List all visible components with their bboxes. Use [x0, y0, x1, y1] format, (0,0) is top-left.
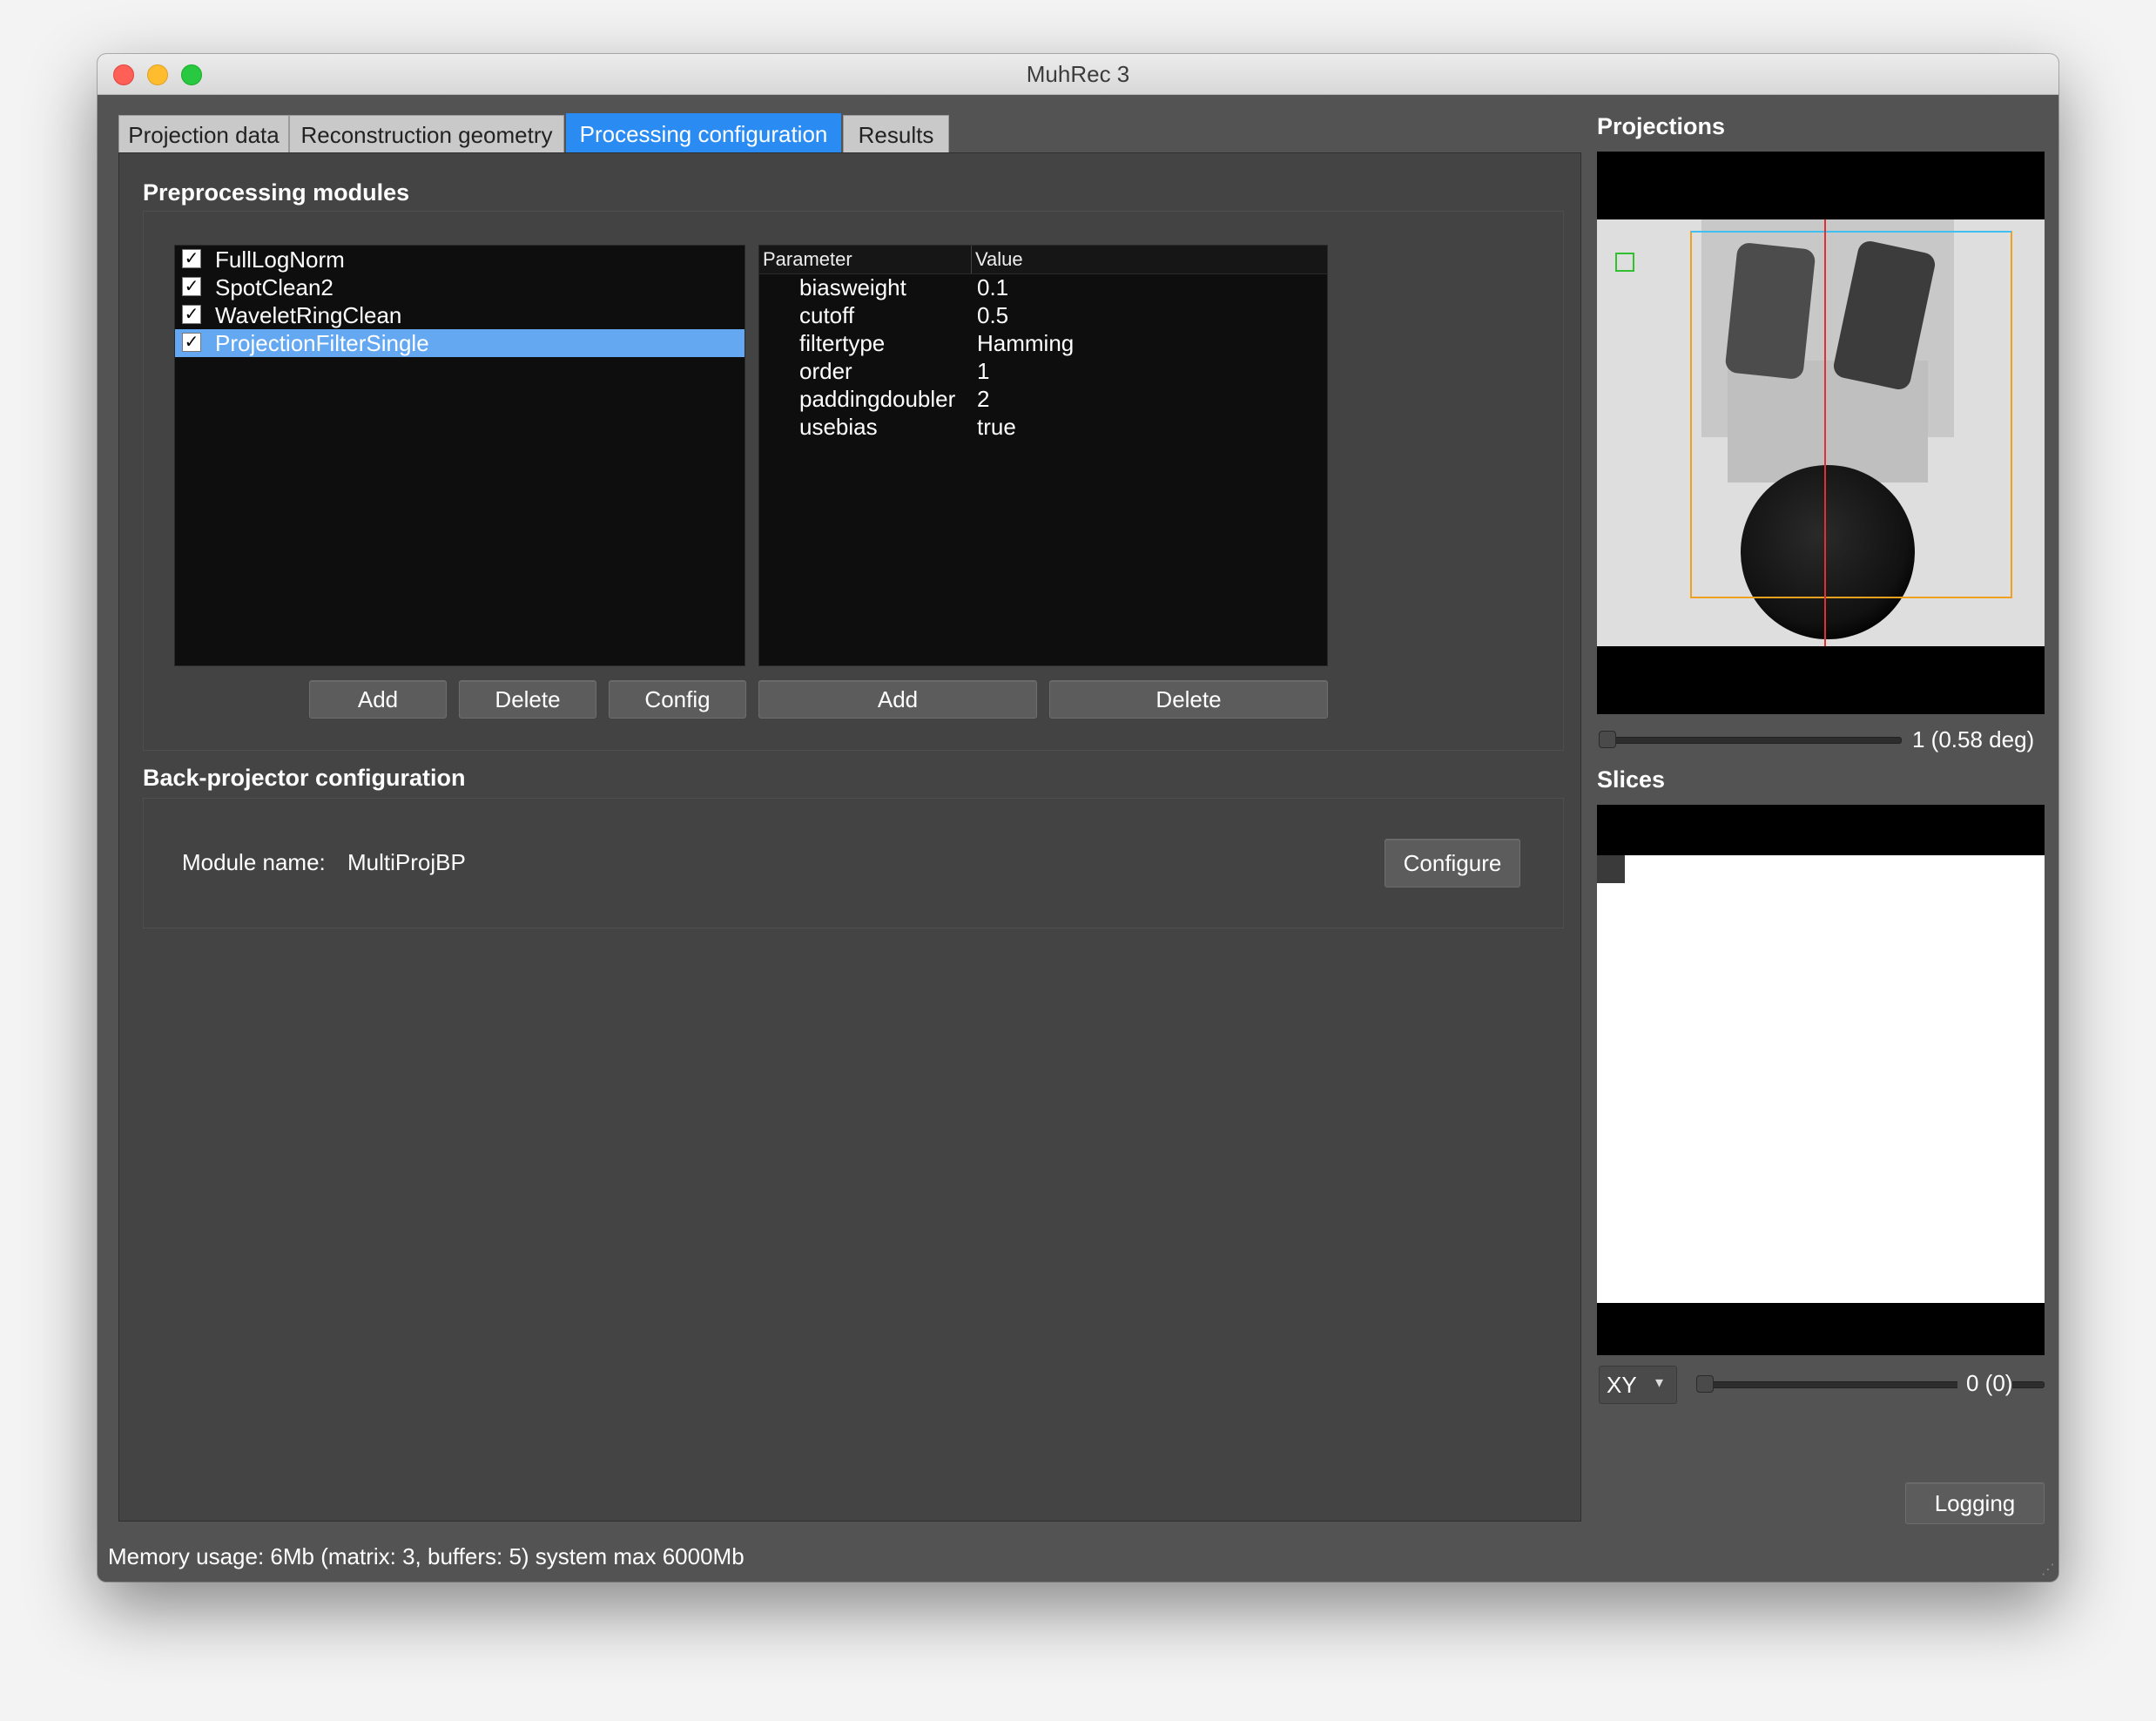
module-name-value: MultiProjBP — [347, 849, 466, 875]
slice-slider-handle[interactable] — [1696, 1375, 1714, 1393]
parameter-table[interactable]: Parameter Value biasweight 0.1 cutoff 0.… — [758, 245, 1328, 666]
module-checkbox[interactable]: ✓ — [182, 305, 201, 324]
projection-viewer[interactable] — [1597, 152, 2045, 714]
tab-processing-configuration[interactable]: Processing configuration — [566, 113, 841, 153]
configure-button[interactable]: Configure — [1385, 839, 1520, 887]
projection-slider-track[interactable] — [1599, 737, 1902, 744]
param-value[interactable]: 0.5 — [977, 301, 1008, 329]
param-name: filtertype — [799, 330, 886, 356]
param-value[interactable]: 1 — [977, 357, 989, 385]
status-bar-text: Memory usage: 6Mb (matrix: 3, buffers: 5… — [108, 1543, 744, 1569]
module-checkbox[interactable]: ✓ — [182, 333, 201, 352]
module-name-label: Module name: — [182, 849, 326, 875]
projections-title: Projections — [1597, 113, 1726, 139]
param-name: usebias — [799, 414, 878, 440]
param-value[interactable]: 2 — [977, 385, 989, 413]
slice-viewer[interactable] — [1597, 805, 2045, 1355]
list-item[interactable]: ✓ SpotClean2 — [175, 273, 744, 301]
table-row[interactable]: paddingdoubler 2 — [759, 385, 1327, 413]
table-row[interactable]: filtertype Hamming — [759, 329, 1327, 357]
slice-slider-value: 0 (0) — [1957, 1370, 2013, 1397]
param-value[interactable]: Hamming — [977, 329, 1074, 357]
slice-marker — [1597, 855, 1625, 883]
param-value[interactable]: true — [977, 413, 1016, 441]
param-name: order — [799, 358, 852, 384]
table-row[interactable]: biasweight 0.1 — [759, 273, 1327, 301]
module-checkbox[interactable]: ✓ — [182, 277, 201, 296]
param-value[interactable]: 0.1 — [977, 273, 1008, 301]
resize-grip-icon[interactable]: ⋰ — [2041, 1561, 2055, 1578]
delete-module-button[interactable]: Delete — [459, 680, 596, 719]
add-parameter-button[interactable]: Add — [758, 680, 1037, 719]
backprojector-title: Back-projector configuration — [143, 765, 466, 791]
projection-image — [1597, 219, 2045, 646]
list-item[interactable]: ✓ WaveletRingClean — [175, 301, 744, 329]
module-list[interactable]: ✓ FullLogNorm ✓ SpotClean2 ✓ WaveletRing… — [174, 245, 745, 666]
app-window: MuhRec 3 Projection data Reconstruction … — [98, 54, 2058, 1582]
module-label: WaveletRingClean — [215, 302, 402, 328]
config-module-button[interactable]: Config — [609, 680, 746, 719]
list-item-selected[interactable]: ✓ ProjectionFilterSingle — [175, 329, 744, 357]
param-name: cutoff — [799, 302, 855, 328]
slice-image — [1597, 855, 2045, 1303]
parameter-table-header: Parameter Value — [759, 246, 1327, 274]
preprocessing-title: Preprocessing modules — [143, 179, 410, 206]
projection-slider-handle[interactable] — [1599, 731, 1616, 748]
plane-select[interactable]: XY ▾ — [1599, 1366, 1677, 1404]
module-label: ProjectionFilterSingle — [215, 330, 429, 356]
list-item[interactable]: ✓ FullLogNorm — [175, 246, 744, 273]
backprojector-group: Module name: MultiProjBP Configure — [143, 798, 1564, 928]
add-module-button[interactable]: Add — [309, 680, 447, 719]
value-column-header[interactable]: Value — [972, 246, 1327, 273]
table-row[interactable]: order 1 — [759, 357, 1327, 385]
chevron-down-icon: ▾ — [1655, 1373, 1664, 1391]
processing-configuration-pane: Preprocessing modules ✓ FullLogNorm ✓ Sp… — [118, 152, 1581, 1522]
preprocessing-group: ✓ FullLogNorm ✓ SpotClean2 ✓ WaveletRing… — [143, 211, 1564, 751]
plane-select-value: XY — [1607, 1372, 1637, 1398]
table-row[interactable]: cutoff 0.5 — [759, 301, 1327, 329]
module-label: FullLogNorm — [215, 246, 345, 273]
delete-parameter-button[interactable]: Delete — [1049, 680, 1328, 719]
logging-button[interactable]: Logging — [1905, 1482, 2045, 1524]
module-checkbox[interactable]: ✓ — [182, 249, 201, 268]
tab-projection-data[interactable]: Projection data — [118, 115, 289, 153]
param-name: paddingdoubler — [799, 386, 956, 412]
slices-title: Slices — [1597, 766, 1666, 793]
module-label: SpotClean2 — [215, 274, 334, 300]
tab-results[interactable]: Results — [843, 115, 949, 153]
parameter-column-header[interactable]: Parameter — [759, 246, 972, 273]
tab-reconstruction-geometry[interactable]: Reconstruction geometry — [289, 115, 564, 153]
table-row[interactable]: usebias true — [759, 413, 1327, 441]
projection-slider-value: 1 (0.58 deg) — [1912, 726, 2035, 753]
title-bar: MuhRec 3 — [98, 54, 2058, 95]
param-name: biasweight — [799, 274, 906, 300]
window-title: MuhRec 3 — [1026, 61, 1130, 87]
